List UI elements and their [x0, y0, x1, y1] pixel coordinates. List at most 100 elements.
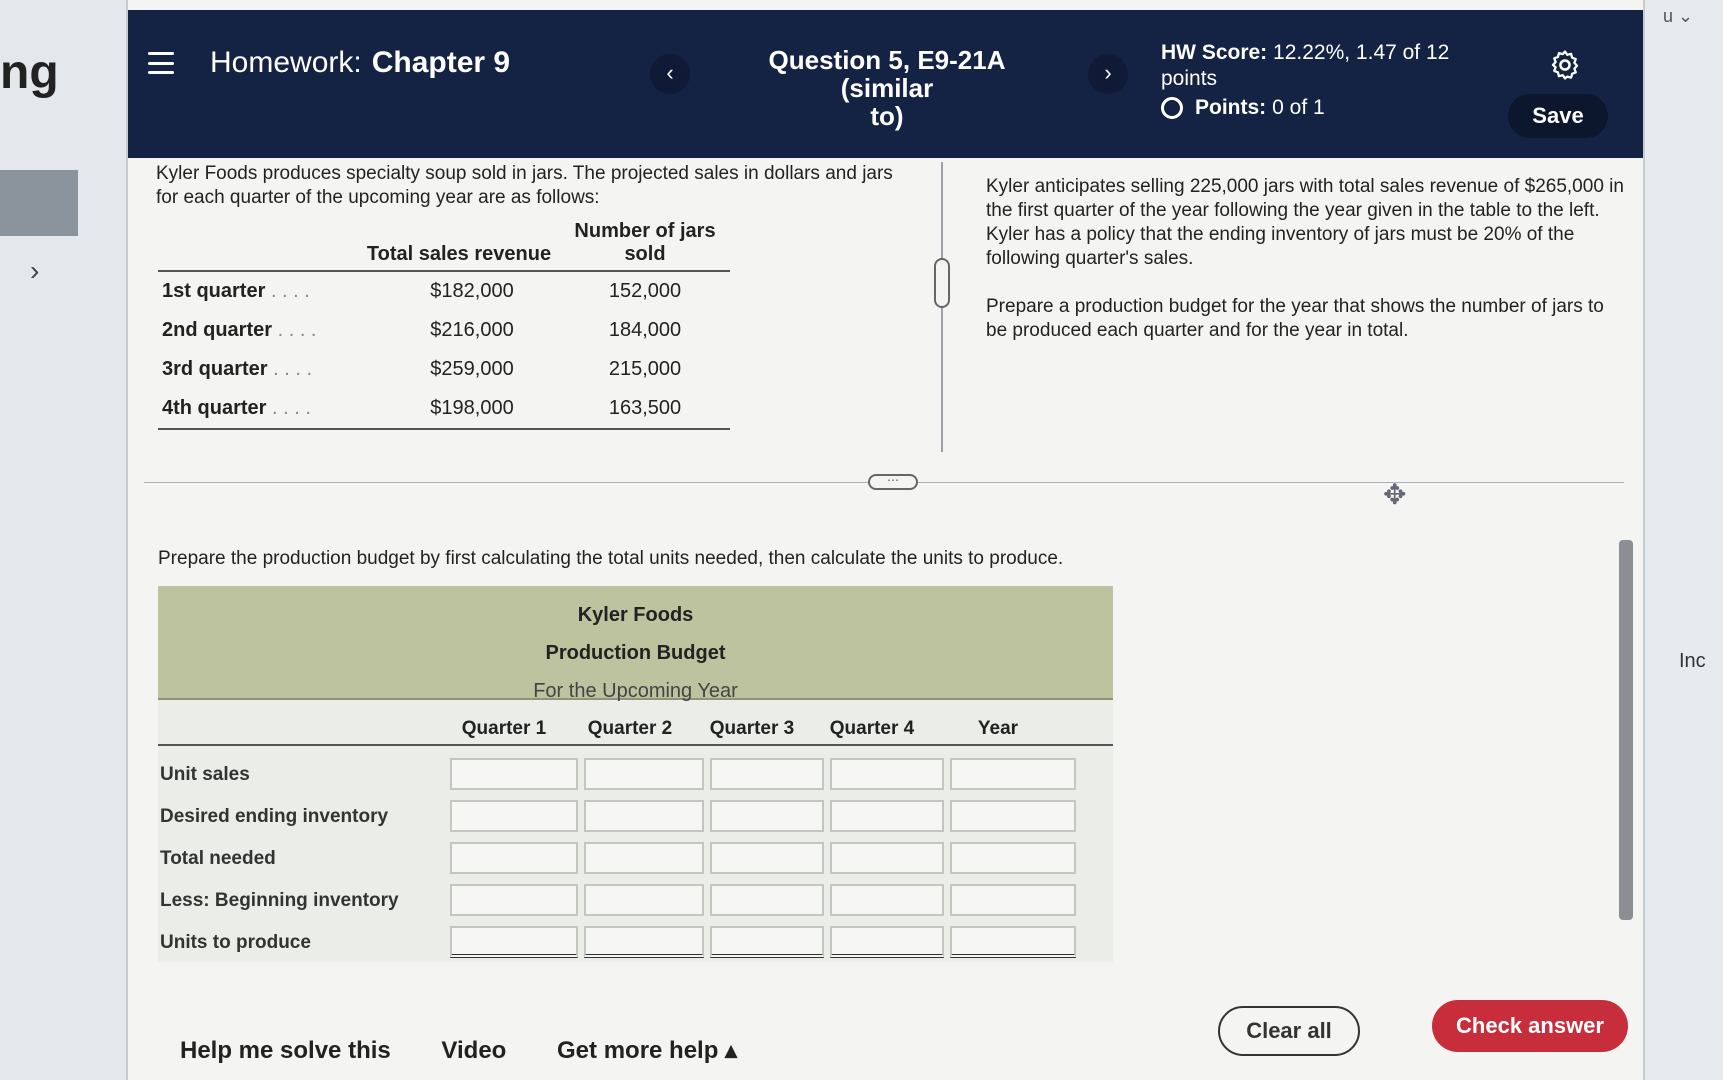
chevron-right-icon: › [1104, 60, 1112, 85]
beginning-inventory-q4-input[interactable] [830, 884, 944, 916]
production-budget-form: Kyler Foods Production Budget For the Up… [158, 586, 1113, 962]
units-to-produce-q1-input[interactable] [450, 926, 578, 958]
hamburger-menu-icon[interactable] [148, 52, 174, 74]
column-header-year: Year [977, 718, 1019, 739]
column-header-q2: Quarter 2 [587, 718, 673, 739]
hw-score: HW Score: 12.22%, 1.47 of 12 points [1161, 40, 1471, 92]
check-answer-button[interactable]: Check answer [1432, 1000, 1628, 1052]
question-title: Question 5, E9-21A (similar to) [726, 46, 1048, 130]
points-value: 0 of 1 [1272, 96, 1325, 119]
quarter-label: 1st quarter . . . . [162, 280, 310, 302]
desired-ending-inventory-q4-input[interactable] [830, 800, 944, 832]
question-title-line2: to) [870, 101, 904, 131]
points-label: Points: [1195, 96, 1267, 119]
question-title-line1: Question 5, E9-21A (similar [768, 45, 1006, 103]
problem-statement: Kyler Foods produces specialty soup sold… [156, 163, 893, 208]
desired-ending-inventory-year-input[interactable] [950, 800, 1076, 832]
sales-data-table: Total sales revenue Number of jars sold … [158, 216, 730, 430]
budget-instruction: Prepare the production budget by first c… [158, 548, 1064, 569]
chapter-label: Chapter 9 [371, 46, 511, 79]
budget-company: Kyler Foods [577, 604, 694, 626]
total-needed-q2-input[interactable] [584, 842, 704, 874]
table-row: 1st quarter . . . . $182,000 152,000 [158, 271, 730, 311]
unit-sales-q1-input[interactable] [450, 758, 578, 790]
quarter-label: 4th quarter . . . . [158, 389, 358, 430]
units-to-produce-q4-input[interactable] [830, 926, 944, 958]
revenue-value: $216,000 [430, 319, 514, 341]
column-header-q3: Quarter 3 [709, 718, 795, 739]
budget-header: Kyler Foods Production Budget For the Up… [158, 586, 1113, 702]
move-cursor-icon: ✥ [1383, 479, 1407, 510]
next-question-button[interactable]: › [1088, 54, 1128, 94]
row-label-units-to-produce: Units to produce [160, 932, 311, 953]
scrollbar-thumb[interactable] [1619, 540, 1633, 920]
units-to-produce-q3-input[interactable] [710, 926, 824, 958]
get-more-help-link[interactable]: Get more help ▴ [557, 1037, 737, 1064]
hw-score-label: HW Score: [1161, 41, 1268, 64]
horizontal-resize-handle[interactable]: ⋯ [868, 474, 918, 490]
revenue-column-header: Total sales revenue [358, 216, 560, 272]
help-me-solve-this-link[interactable]: Help me solve this [180, 1037, 391, 1064]
side-panel-inc-text: Inc [1679, 650, 1706, 672]
beginning-inventory-year-input[interactable] [950, 884, 1076, 916]
homework-title: Homework: Chapter 9 [210, 46, 510, 80]
total-needed-q3-input[interactable] [710, 842, 824, 874]
revenue-value: $182,000 [430, 280, 514, 302]
jars-value: 184,000 [608, 319, 682, 341]
units-to-produce-year-input[interactable] [950, 926, 1076, 958]
right-side-panel: u ⌄ Inc [1643, 0, 1723, 1080]
question-points: Points: 0 of 1 [1161, 96, 1325, 120]
row-label-total-needed: Total needed [160, 848, 276, 869]
problem-task-paragraph: Prepare a production budget for the year… [986, 296, 1604, 341]
video-link[interactable]: Video [441, 1037, 506, 1064]
side-panel-selected-band[interactable] [0, 170, 78, 236]
settings-gear-icon[interactable] [1548, 48, 1582, 82]
table-row: 2nd quarter . . . . $216,000 184,000 [158, 311, 730, 350]
points-circle-icon [1161, 97, 1183, 119]
jars-value: 215,000 [608, 358, 682, 380]
row-label-desired-ending-inventory: Desired ending inventory [160, 806, 389, 827]
unit-sales-q4-input[interactable] [830, 758, 944, 790]
chevron-left-icon: ‹ [666, 60, 674, 85]
table-row: 4th quarter . . . . $198,000 163,500 [158, 389, 730, 430]
desired-ending-inventory-q2-input[interactable] [584, 800, 704, 832]
problem-details-paragraph: Kyler anticipates selling 225,000 jars w… [986, 176, 1624, 269]
total-needed-year-input[interactable] [950, 842, 1076, 874]
desired-ending-inventory-q3-input[interactable] [710, 800, 824, 832]
problem-details: Kyler anticipates selling 225,000 jars w… [986, 175, 1626, 367]
hw-score-value: 12.22%, 1.47 of 12 [1273, 41, 1450, 64]
budget-column-headers: Quarter 1 Quarter 2 Quarter 3 Quarter 4 … [158, 712, 1113, 746]
jars-value: 163,500 [560, 389, 730, 430]
revenue-value: $259,000 [430, 358, 514, 380]
units-to-produce-q2-input[interactable] [584, 926, 704, 958]
previous-question-button[interactable]: ‹ [650, 54, 690, 94]
beginning-inventory-q3-input[interactable] [710, 884, 824, 916]
column-header-q4: Quarter 4 [829, 718, 915, 739]
jars-column-header: Number of jars sold [560, 216, 730, 272]
unit-sales-q3-input[interactable] [710, 758, 824, 790]
total-needed-q1-input[interactable] [450, 842, 578, 874]
homework-app: Homework: Chapter 9 ‹ Question 5, E9-21A … [128, 0, 1643, 1080]
unit-sales-year-input[interactable] [950, 758, 1076, 790]
unit-sales-q2-input[interactable] [584, 758, 704, 790]
beginning-inventory-q1-input[interactable] [450, 884, 578, 916]
total-needed-q4-input[interactable] [830, 842, 944, 874]
desired-ending-inventory-q1-input[interactable] [450, 800, 578, 832]
side-panel-stub-text: ng [0, 46, 59, 99]
chevron-right-icon[interactable]: › [30, 255, 39, 287]
row-label-unit-sales: Unit sales [160, 764, 250, 785]
revenue-value: $198,000 [358, 389, 560, 430]
vertical-resize-handle[interactable] [934, 258, 950, 308]
budget-period: For the Upcoming Year [533, 680, 738, 702]
clear-all-button[interactable]: Clear all [1218, 1006, 1360, 1056]
quarter-label: 2nd quarter . . . . [162, 319, 317, 341]
help-links: Help me solve this Video Get more help ▴ [180, 1036, 781, 1065]
content-scrollbar[interactable] [1617, 530, 1635, 940]
column-header-q1: Quarter 1 [461, 718, 547, 739]
beginning-inventory-q2-input[interactable] [584, 884, 704, 916]
quarter-label: 3rd quarter . . . . [162, 358, 313, 380]
user-menu[interactable]: u ⌄ [1663, 6, 1693, 27]
left-side-panel: ng › [0, 0, 128, 1080]
budget-title: Production Budget [545, 642, 726, 664]
save-button[interactable]: Save [1508, 94, 1608, 138]
